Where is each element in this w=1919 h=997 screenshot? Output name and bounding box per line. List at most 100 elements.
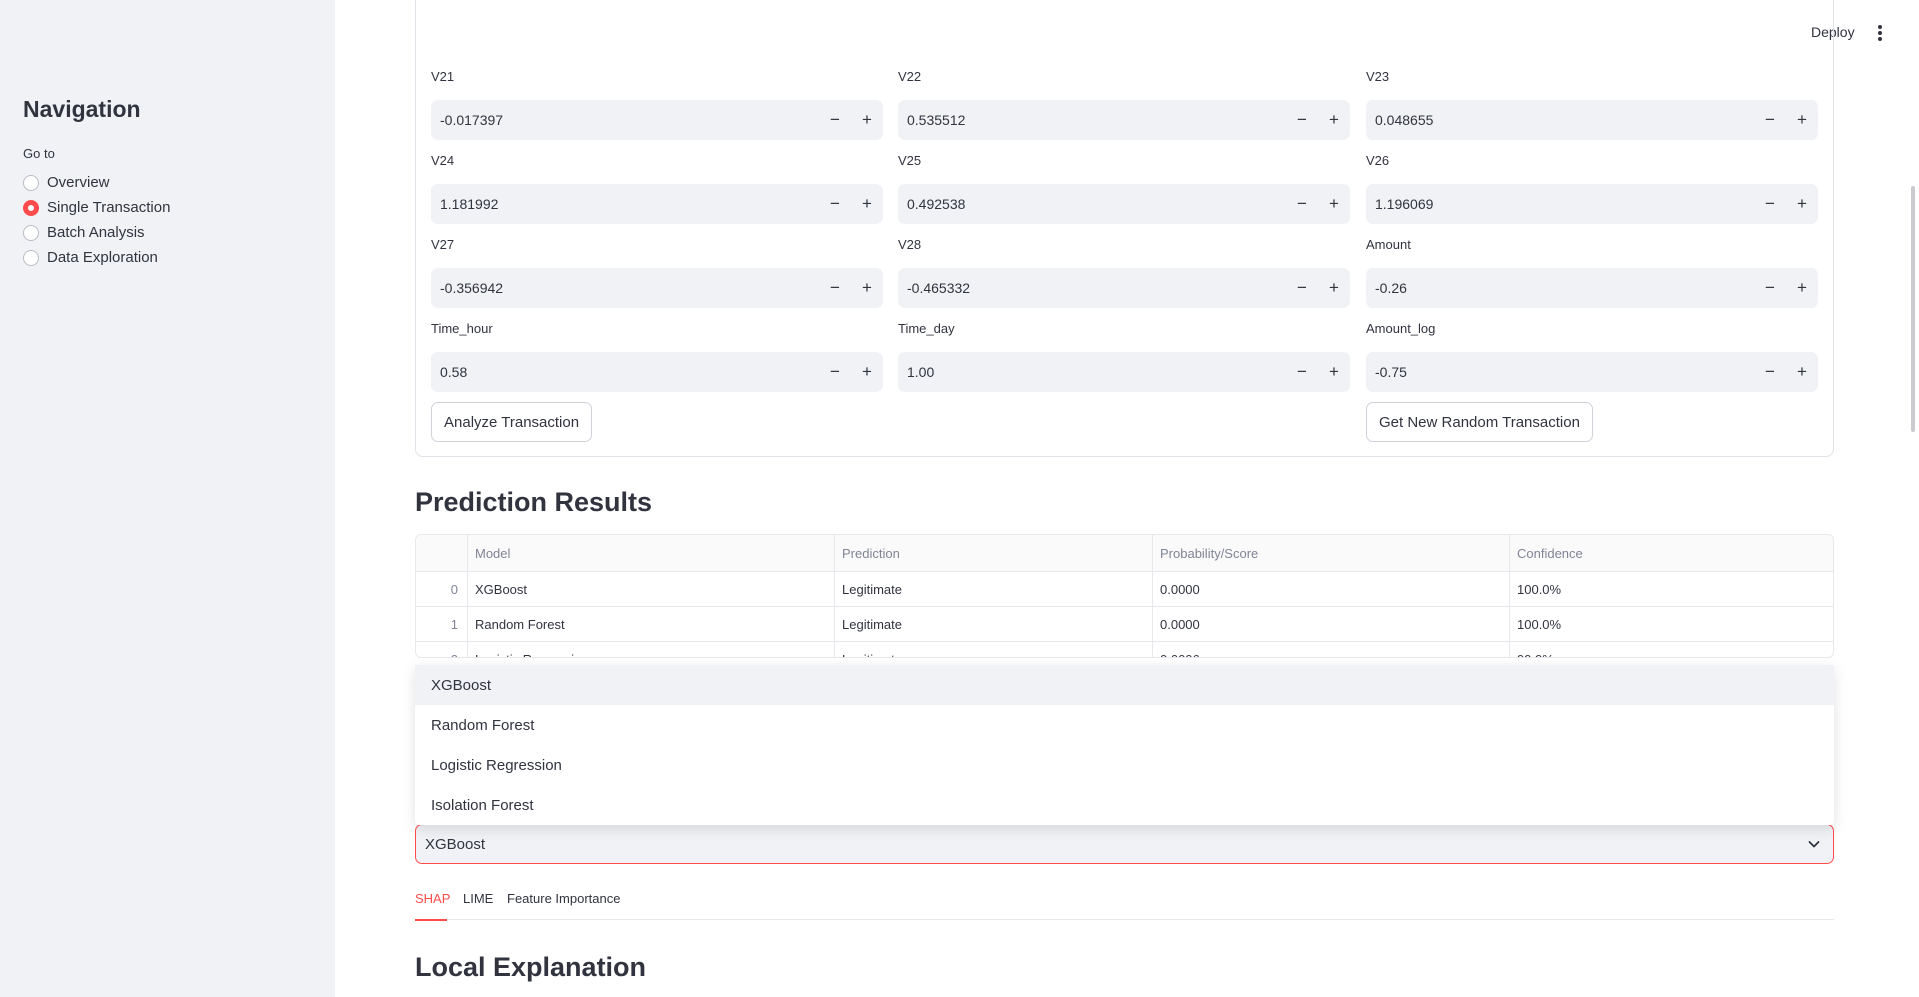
model-select-value: XGBoost [425,835,486,853]
field-time-hour: Time_hour 0.58 − + [431,321,883,392]
table-header-row: Model Prediction Probability/Score Confi… [416,535,1833,572]
increment-button[interactable]: + [1786,352,1818,392]
increment-button[interactable]: + [1786,184,1818,224]
field-v27: V27 -0.356942 − + [431,237,883,308]
number-input-value[interactable]: 0.048655 [1366,112,1754,128]
number-input-value[interactable]: 0.58 [431,364,819,380]
table-header-model[interactable]: Model [468,535,835,571]
field-v26: V26 1.196069 − + [1366,153,1818,224]
number-input[interactable]: -0.26 − + [1366,268,1818,308]
field-label: Time_day [898,321,955,336]
number-input-value[interactable]: 0.535512 [898,112,1286,128]
field-label: V26 [1366,153,1390,168]
nav-option-single-transaction[interactable]: Single Transaction [23,195,170,220]
number-input-value[interactable]: 1.196069 [1366,196,1754,212]
number-input[interactable]: 0.048655 − + [1366,100,1818,140]
increment-button[interactable]: + [851,184,883,224]
number-input-value[interactable]: -0.26 [1366,280,1754,296]
table-cell: Random Forest [468,607,835,641]
nav-option-data-exploration[interactable]: Data Exploration [23,245,170,270]
dropdown-option-isolation-forest[interactable]: Isolation Forest [415,785,1834,825]
radio-button-icon[interactable] [23,174,39,191]
radio-button-icon[interactable] [23,224,39,241]
prediction-results-heading: Prediction Results [415,487,653,517]
number-input-value[interactable]: -0.356942 [431,280,819,296]
model-dropdown-menu: XGBoost Random Forest Logistic Regressio… [415,665,1834,825]
decrement-button[interactable]: − [819,352,851,392]
table-header-probability[interactable]: Probability/Score [1153,535,1510,571]
radio-button-icon[interactable] [23,249,39,266]
number-input-value[interactable]: 0.492538 [898,196,1286,212]
increment-button[interactable]: + [1318,352,1350,392]
increment-button[interactable]: + [1786,100,1818,140]
number-input[interactable]: -0.017397 − + [431,100,883,140]
table-header-prediction[interactable]: Prediction [835,535,1153,571]
table-cell-index: 1 [416,607,468,641]
dropdown-option-xgboost[interactable]: XGBoost [415,665,1834,705]
number-input[interactable]: -0.75 − + [1366,352,1818,392]
number-input[interactable]: 0.58 − + [431,352,883,392]
random-transaction-button[interactable]: Get New Random Transaction [1366,402,1593,442]
decrement-button[interactable]: − [1286,184,1318,224]
scrollbar-thumb[interactable] [1911,186,1915,432]
nav-option-overview[interactable]: Overview [23,170,170,195]
field-label: Amount_log [1366,321,1436,336]
decrement-button[interactable]: − [1754,184,1786,224]
number-input-value[interactable]: 1.181992 [431,196,819,212]
nav-option-label: Overview [47,174,110,191]
table-row: 2 Logistic Regression Legitimate 0.0006 … [416,642,1833,657]
number-input[interactable]: -0.465332 − + [898,268,1350,308]
number-input[interactable]: 0.492538 − + [898,184,1350,224]
number-input-value[interactable]: -0.017397 [431,112,819,128]
increment-button[interactable]: + [1318,184,1350,224]
analyze-transaction-button[interactable]: Analyze Transaction [431,402,593,442]
tab-lime[interactable]: LIME [463,888,493,920]
decrement-button[interactable]: − [1286,100,1318,140]
number-input[interactable]: 1.181992 − + [431,184,883,224]
number-input-value[interactable]: -0.465332 [898,280,1286,296]
decrement-button[interactable]: − [1754,352,1786,392]
increment-button[interactable]: + [851,268,883,308]
number-input[interactable]: 0.535512 − + [898,100,1350,140]
increment-button[interactable]: + [851,100,883,140]
decrement-button[interactable]: − [819,184,851,224]
decrement-button[interactable]: − [1286,268,1318,308]
number-input[interactable]: -0.356942 − + [431,268,883,308]
decrement-button[interactable]: − [1754,268,1786,308]
table-header-confidence[interactable]: Confidence [1510,535,1833,571]
model-select[interactable]: XGBoost [415,824,1834,864]
nav-option-label: Single Transaction [47,199,171,216]
table-cell: 100.0% [1517,581,1562,597]
field-label: V28 [898,237,922,252]
table-cell: Legitimate [835,572,1153,606]
decrement-button[interactable]: − [1286,352,1318,392]
number-input-value[interactable]: 1.00 [898,364,1286,380]
number-input[interactable]: 1.196069 − + [1366,184,1818,224]
increment-button[interactable]: + [1318,100,1350,140]
dropdown-option-logistic-regression[interactable]: Logistic Regression [415,745,1834,785]
decrement-button[interactable]: − [819,268,851,308]
active-tab-indicator [415,919,447,921]
decrement-button[interactable]: − [819,100,851,140]
increment-button[interactable]: + [1786,268,1818,308]
decrement-button[interactable]: − [1754,100,1786,140]
nav-option-label: Data Exploration [47,249,158,266]
results-table: Model Prediction Probability/Score Confi… [415,534,1834,658]
sidebar-title: Navigation [23,96,141,122]
tab-shap[interactable]: SHAP [415,888,451,921]
field-label: V24 [431,153,455,168]
kebab-menu-icon[interactable] [1872,22,1888,44]
table-cell: Legitimate [835,607,1153,641]
tab-label: SHAP [415,891,451,906]
number-input-value[interactable]: -0.75 [1366,364,1754,380]
increment-button[interactable]: + [1318,268,1350,308]
tab-feature-importance[interactable]: Feature Importance [507,888,620,920]
radio-button-selected-icon[interactable] [23,199,39,216]
dropdown-option-random-forest[interactable]: Random Forest [415,705,1834,745]
sidebar: Navigation Go to Overview Single Transac… [0,0,335,997]
field-label: V27 [431,237,455,252]
nav-option-batch-analysis[interactable]: Batch Analysis [23,220,170,245]
increment-button[interactable]: + [851,352,883,392]
number-input[interactable]: 1.00 − + [898,352,1350,392]
chevron-down-icon[interactable] [1806,836,1822,852]
